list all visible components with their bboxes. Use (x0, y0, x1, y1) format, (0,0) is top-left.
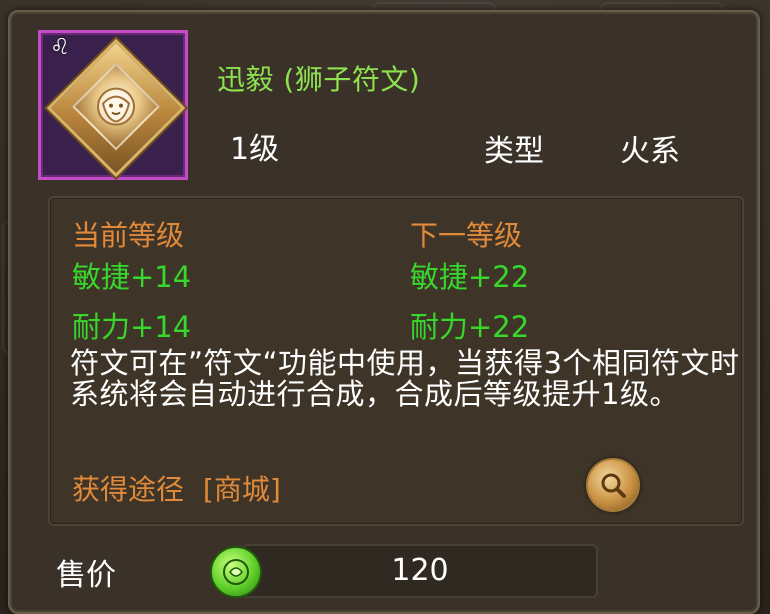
obtain-source: [商城] (202, 473, 281, 506)
item-description: 符文可在”符文“功能中使用，当获得3个相同符文时系统将会自动进行合成，合成后等级… (70, 346, 740, 411)
item-level: 1级 (230, 132, 280, 167)
price-bar: 120 (242, 544, 598, 598)
rune-center (72, 62, 160, 151)
leo-zodiac-icon: ♌ (50, 35, 70, 60)
next-agility: 敏捷+22 (410, 260, 530, 294)
lion-rune-icon (97, 87, 135, 126)
next-level-header: 下一等级 (410, 219, 523, 252)
green-coin-icon (210, 546, 262, 598)
view-source-button[interactable] (586, 458, 640, 512)
item-type-value: 火系 (620, 134, 680, 169)
obtain-label: 获得途径 (72, 473, 185, 506)
price-label: 售价 (56, 558, 116, 593)
current-level-header: 当前等级 (72, 219, 185, 252)
current-agility: 敏捷+14 (72, 260, 192, 294)
magnifier-icon (601, 473, 626, 498)
obtain-method: 获得途径 [商城] (72, 468, 281, 508)
item-type-label: 类型 (484, 134, 544, 169)
current-stamina: 耐力+14 (72, 310, 192, 344)
item-name: 迅毅 (狮子符文) (217, 63, 421, 96)
next-stamina: 耐力+22 (410, 310, 530, 344)
item-tooltip-panel: ♌ 迅毅 (狮子符文) 1级 类型 火系 当前等级 敏捷+14 耐力+14 下一… (8, 10, 760, 614)
price-value: 120 (391, 553, 449, 588)
item-icon-frame[interactable]: ♌ (38, 30, 188, 180)
coin-emblem-icon (223, 559, 249, 585)
